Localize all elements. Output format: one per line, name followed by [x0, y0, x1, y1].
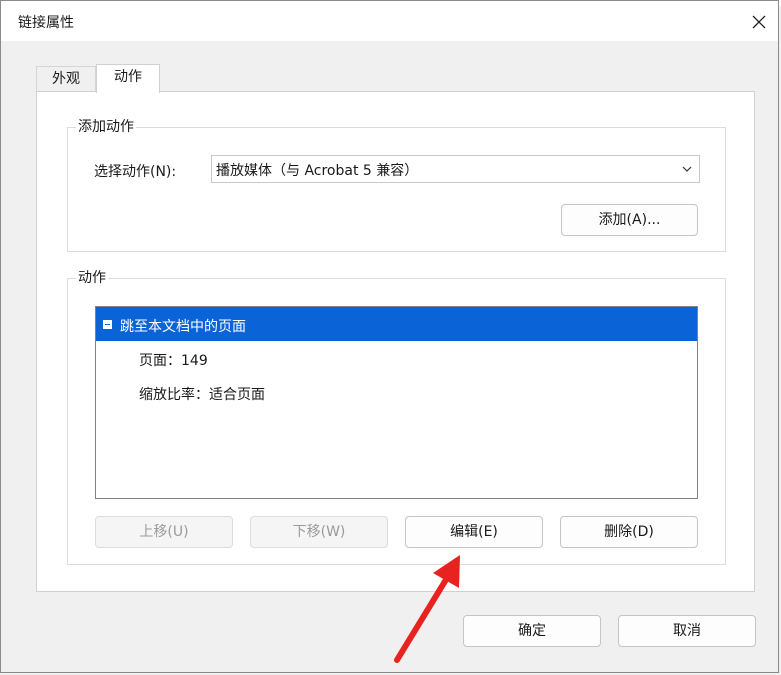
close-button[interactable]: [741, 7, 777, 37]
tab-appearance[interactable]: 外观: [36, 66, 96, 92]
title-bar: 链接属性: [1, 1, 778, 41]
delete-button[interactable]: 删除(D): [560, 516, 698, 548]
add-button[interactable]: 添加(A)...: [561, 204, 698, 236]
tab-panel: 添加动作 选择动作(N): 播放媒体（与 Acrobat 5 兼容） 添加(A)…: [36, 91, 755, 592]
add-action-group-label: 添加动作: [76, 116, 136, 136]
actions-list[interactable]: 跳至本文档中的页面 页面：149 缩放比率：适合页面: [95, 306, 698, 499]
edit-button[interactable]: 编辑(E): [405, 516, 543, 548]
dialog-title: 链接属性: [18, 15, 74, 31]
select-action-label: 选择动作(N):: [94, 164, 177, 180]
list-item[interactable]: 跳至本文档中的页面: [96, 307, 697, 341]
tab-actions[interactable]: 动作: [96, 64, 160, 93]
action-type-value: 播放媒体（与 Acrobat 5 兼容）: [216, 163, 419, 179]
action-item-label: 跳至本文档中的页面: [120, 319, 246, 335]
move-down-button[interactable]: 下移(W): [250, 516, 388, 548]
action-detail-zoom: 缩放比率：适合页面: [139, 387, 265, 403]
action-type-select[interactable]: 播放媒体（与 Acrobat 5 兼容）: [211, 155, 700, 183]
annotation-arrow-icon: [394, 555, 460, 663]
chevron-down-icon: [682, 166, 692, 172]
actions-group-label: 动作: [76, 267, 108, 287]
collapse-icon[interactable]: [103, 320, 112, 329]
add-action-group: 添加动作 选择动作(N): 播放媒体（与 Acrobat 5 兼容） 添加(A)…: [67, 116, 726, 252]
move-up-button[interactable]: 上移(U): [95, 516, 233, 548]
cancel-button[interactable]: 取消: [618, 615, 756, 647]
action-detail-page: 页面：149: [139, 353, 208, 369]
close-icon: [752, 15, 766, 29]
ok-button[interactable]: 确定: [463, 615, 601, 647]
